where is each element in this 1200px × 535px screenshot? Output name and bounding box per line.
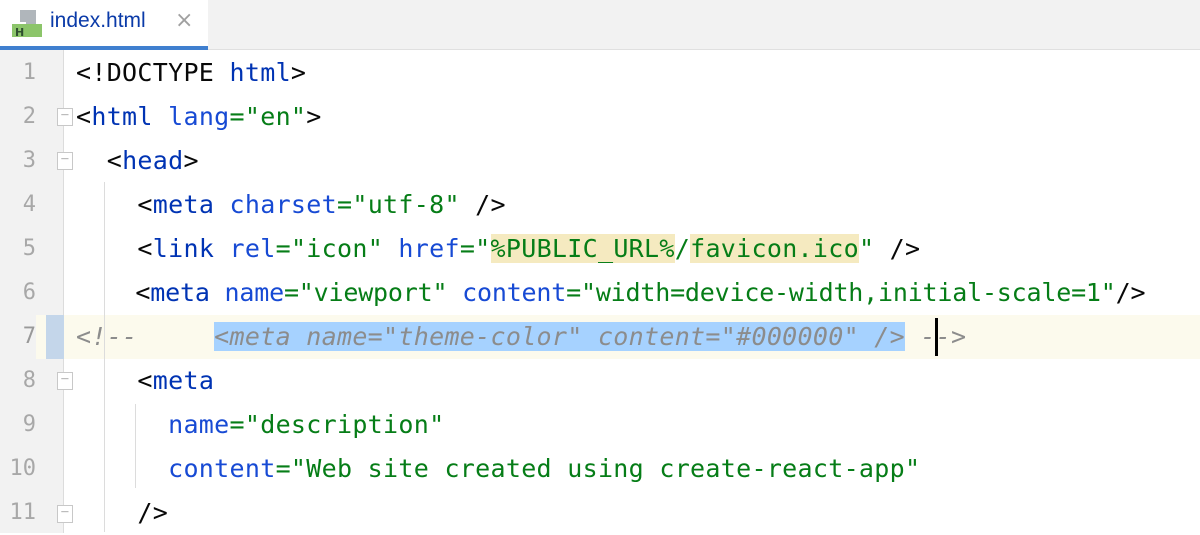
code-token: html [229,58,291,87]
indent-guide [104,182,105,532]
code-line[interactable]: 8 <meta [0,359,1200,403]
line-number: 6 [22,280,36,305]
code-token: head [122,146,184,175]
code-line[interactable]: 6 <meta name="viewport" content="width=d… [0,271,1200,315]
text-caret [935,318,938,356]
code-token: meta [152,190,230,219]
code-line[interactable]: 9 name="description" [0,403,1200,447]
code-text: <meta name="viewport" content="width=dev… [76,271,1145,315]
code-text: <!DOCTYPE html> [76,51,306,95]
line-number: 2 [22,104,36,129]
code-token: /> [1115,278,1146,307]
code-token: name [224,278,285,307]
code-line[interactable]: 7 <!-- <meta name="theme-color" content="… [0,315,1200,359]
code-text: content="Web site created using create-r… [76,447,920,491]
line-number: 10 [9,456,37,481]
code-token: /> [459,190,506,219]
code-token: lang [168,102,230,131]
svg-text:H: H [15,26,24,38]
current-line-marker [46,315,64,359]
line-number: 1 [22,60,36,85]
code-token: /> [76,498,169,527]
code-text: <html lang="en"> [76,95,322,139]
code-token: > [183,146,199,175]
code-token: > [306,102,322,131]
code-token: charset [229,190,337,219]
code-token: < [76,102,92,131]
code-token: href [398,234,460,263]
tab-label: index.html [50,9,146,32]
code-token: < [76,278,151,307]
fold-marker-icon[interactable]: − [57,505,73,523]
close-tab-icon[interactable]: × [175,8,193,33]
code-token: meta [150,278,225,307]
code-token: < [76,146,123,175]
code-token: content [462,278,567,307]
code-line[interactable]: 5 <link rel="icon" href="%PUBLIC_URL%/fa… [0,227,1200,271]
code-token: < [76,366,153,395]
code-token: /> [874,234,921,263]
code-token: <!-- [76,322,215,351]
code-token: < [76,234,153,263]
code-token: " [858,234,875,263]
line-number: 7 [0,315,36,359]
code-token: ="Web site created using create-react-ap… [275,454,921,483]
fold-marker-icon[interactable]: − [57,152,73,170]
code-line[interactable]: 4 <meta charset="utf-8" /> [0,183,1200,227]
code-token: / [674,234,691,263]
code-line[interactable]: 11 /> [0,491,1200,535]
html-file-icon: H [12,10,42,38]
code-token: ="icon" [275,234,399,263]
code-text: <meta [76,359,214,403]
code-token: name [168,410,230,439]
code-token: ="description" [229,410,445,439]
code-token: ="utf-8" [337,190,460,219]
fold-marker-icon[interactable]: − [57,108,73,126]
line-number: 9 [22,412,36,437]
line-number: 5 [22,236,36,261]
code-token: ="viewport" [283,278,463,307]
code-text: <link rel="icon" href="%PUBLIC_URL%/favi… [76,227,920,271]
line-number: 4 [22,192,36,217]
code-line[interactable]: 1 <!DOCTYPE html> [0,51,1200,95]
code-token: > [290,58,307,87]
code-line[interactable]: 2 <html lang="en"> [0,95,1200,139]
code-token: =" [459,234,491,263]
code-text: /> [76,491,168,535]
code-token: favicon.ico [690,234,859,263]
code-token: ="en" [229,102,307,131]
code-token: ="width=device-width,initial-scale=1" [566,278,1116,307]
code-token: <meta name="theme-color" content="#00000… [214,322,905,351]
code-line[interactable]: 3 <head> [0,139,1200,183]
code-token: < [76,190,153,219]
tab-index-html[interactable]: H index.html × [0,0,208,50]
line-number: 3 [22,148,36,173]
code-text: <meta charset="utf-8" /> [76,183,506,227]
code-token: <!DOCTYPE [76,58,230,87]
code-text: name="description" [76,403,444,447]
code-token: link [152,234,230,263]
code-token: meta [152,366,215,395]
code-text: <head> [76,139,199,183]
editor-tab-bar: H index.html × [0,0,1200,50]
code-text: <!-- <meta name="theme-color" content="#… [76,315,966,359]
code-token: html [91,102,169,131]
fold-marker-icon[interactable]: − [57,372,73,390]
indent-guide [135,404,136,488]
line-number: 11 [9,500,37,525]
line-number: 8 [22,368,36,393]
code-token: content [168,454,276,483]
code-line[interactable]: 10 content="Web site created using creat… [0,447,1200,491]
code-token: %PUBLIC_URL% [490,234,675,263]
code-token: rel [229,234,276,263]
